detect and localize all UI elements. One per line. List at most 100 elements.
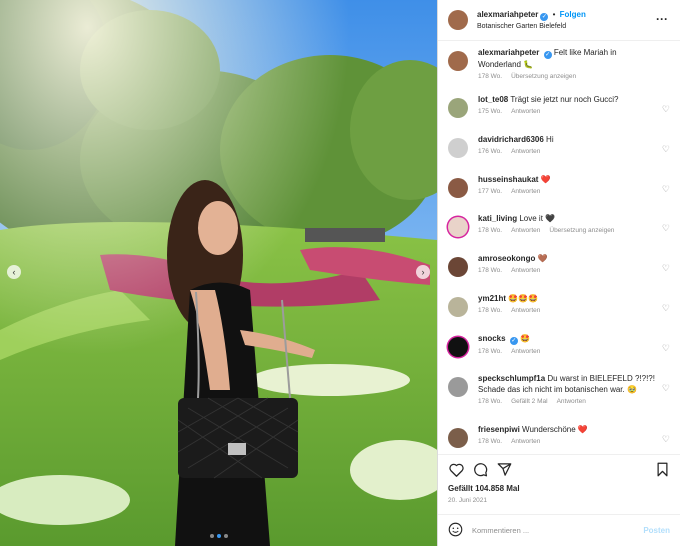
comment-time[interactable]: 178 Wo.: [478, 267, 502, 274]
translate-link[interactable]: Übersetzung anzeigen: [511, 73, 576, 80]
comment-icon[interactable]: [472, 462, 488, 478]
commenter-avatar[interactable]: [448, 427, 468, 448]
author-avatar[interactable]: [448, 10, 468, 30]
chevron-right-icon[interactable]: ›: [416, 265, 430, 279]
comment-row: amroseokongo 🤎 178 Wo. Antworten ♡: [448, 253, 670, 293]
comment-text: Wunderschöne ❤️: [522, 424, 588, 434]
heart-icon[interactable]: [448, 462, 464, 478]
location-link[interactable]: Botanischer Garten Bielefeld: [477, 23, 586, 30]
comments-list[interactable]: alexmariahpeter ✓ Felt like Mariah in Wo…: [438, 41, 680, 454]
caption-time[interactable]: 178 Wo.: [478, 73, 502, 80]
carousel-dot-active: [217, 534, 221, 538]
comment-text: Love it 🖤: [519, 214, 556, 224]
comment-heart-icon[interactable]: ♡: [662, 434, 670, 445]
chevron-left-icon[interactable]: ‹: [7, 265, 21, 279]
reply-link[interactable]: Antworten: [511, 148, 540, 155]
author-block: alexmariahpeter ✓ • Folgen Botanischer Ga…: [477, 10, 586, 30]
post-date: 20. Juni 2021: [448, 497, 488, 504]
commenter-avatar[interactable]: [448, 296, 468, 317]
comment-text: 🤎: [537, 254, 548, 264]
comment-time[interactable]: 178 Wo.: [478, 307, 502, 314]
photo-illustration: [0, 0, 437, 546]
reply-link[interactable]: Antworten: [511, 438, 540, 445]
author-username[interactable]: alexmariahpeter: [477, 10, 538, 19]
comment-row: kati_living Love it 🖤 178 Wo. Antworten Übe…: [448, 213, 670, 253]
verified-icon: ✓: [509, 336, 518, 345]
comment-heart-icon[interactable]: ♡: [662, 223, 670, 234]
reply-link[interactable]: Antworten: [511, 227, 540, 234]
commenter-avatar[interactable]: [448, 177, 468, 198]
post-comment-button[interactable]: Posten: [643, 526, 670, 535]
commenter-username[interactable]: speckschlumpf1a: [478, 374, 545, 383]
commenter-avatar[interactable]: [448, 257, 468, 278]
translate-link[interactable]: Übersetzung anzeigen: [549, 227, 614, 234]
comment-row: snocks ✓ 🤩 178 Wo. Antworten ♡: [448, 333, 670, 373]
commenter-username[interactable]: husseinshaukat: [478, 175, 538, 184]
commenter-username[interactable]: amroseokongo: [478, 254, 535, 263]
comment-row: husseinshaukat ❤️ 177 Wo. Antworten ♡: [448, 174, 670, 214]
reply-link[interactable]: Antworten: [511, 348, 540, 355]
comment-time[interactable]: 178 Wo.: [478, 438, 502, 445]
reply-link[interactable]: Antworten: [511, 188, 540, 195]
commenter-avatar[interactable]: [448, 98, 468, 118]
carousel-dots: [210, 534, 228, 538]
comment-text: Hi: [546, 134, 554, 144]
comment-time[interactable]: 175 Wo.: [478, 108, 502, 115]
comment-heart-icon[interactable]: ♡: [662, 263, 670, 274]
commenter-username[interactable]: friesenpiwi: [478, 425, 520, 434]
reply-link[interactable]: Antworten: [511, 307, 540, 314]
comment-rows: lot_te08 Trägt sie jetzt nur noch Gucci?…: [448, 94, 670, 454]
commenter-avatar[interactable]: [448, 217, 468, 238]
comment-heart-icon[interactable]: ♡: [662, 303, 670, 314]
smiley-icon[interactable]: [448, 522, 463, 539]
follow-button[interactable]: Folgen: [560, 10, 586, 19]
comment-time[interactable]: 176 Wo.: [478, 148, 502, 155]
comment-time[interactable]: 178 Wo.: [478, 227, 502, 234]
comment-row: ym21ht 🤩🤩🤩 178 Wo. Antworten ♡: [448, 293, 670, 333]
separator: •: [552, 10, 556, 19]
comment-text: 🤩: [520, 333, 531, 343]
post-side-panel: alexmariahpeter ✓ • Folgen Botanischer Ga…: [437, 0, 680, 546]
post-photo[interactable]: ‹ ›: [0, 0, 437, 546]
commenter-username[interactable]: davidrichard6306: [478, 135, 544, 144]
commenter-avatar[interactable]: [448, 376, 468, 397]
more-horizontal-icon[interactable]: ···: [656, 12, 668, 26]
comment-text: ❤️: [540, 174, 551, 184]
commenter-username[interactable]: snocks: [478, 334, 506, 343]
comment-heart-icon[interactable]: ♡: [662, 343, 670, 354]
caption: alexmariahpeter ✓ Felt like Mariah in Wo…: [448, 47, 670, 94]
comment-bar: Posten: [438, 514, 680, 546]
commenter-avatar[interactable]: [448, 137, 468, 158]
comment-likes[interactable]: Gefällt 2 Mal: [511, 398, 548, 405]
reply-link[interactable]: Antworten: [511, 267, 540, 274]
carousel-dot: [224, 534, 228, 538]
verified-icon: ✓: [543, 51, 552, 59]
send-icon[interactable]: [496, 462, 512, 478]
instagram-post-window: ‹ › alexmariahpeter ✓ • Folgen Botanische…: [0, 0, 680, 546]
action-bar: [438, 454, 680, 484]
comment-heart-icon[interactable]: ♡: [662, 104, 670, 115]
commenter-username[interactable]: lot_te08: [478, 95, 508, 104]
reply-link[interactable]: Antworten: [511, 108, 540, 115]
comment-heart-icon[interactable]: ♡: [662, 184, 670, 195]
comment-text: 🤩🤩🤩: [508, 293, 539, 303]
bookmark-icon[interactable]: [654, 462, 670, 478]
like-count[interactable]: Gefällt 104.858 Mal: [438, 484, 680, 493]
commenter-username[interactable]: ym21ht: [478, 294, 506, 303]
comment-time[interactable]: 178 Wo.: [478, 348, 502, 355]
post-header: alexmariahpeter ✓ • Folgen Botanischer Ga…: [438, 0, 680, 41]
comment-input[interactable]: [472, 526, 644, 535]
commenter-avatar[interactable]: [448, 336, 468, 357]
comment-heart-icon[interactable]: ♡: [662, 144, 670, 155]
reply-link[interactable]: Antworten: [557, 398, 586, 405]
comment-time[interactable]: 178 Wo.: [478, 398, 502, 405]
carousel-dot: [210, 534, 214, 538]
verified-icon: ✓: [540, 13, 549, 21]
comment-time[interactable]: 177 Wo.: [478, 188, 502, 195]
author-avatar[interactable]: [448, 51, 468, 71]
comment-text: Trägt sie jetzt nur noch Gucci?: [510, 95, 619, 104]
comment-row: friesenpiwi Wunderschöne ❤️ 178 Wo. Antwor…: [448, 424, 670, 454]
commenter-username[interactable]: kati_living: [478, 214, 517, 223]
comment-heart-icon[interactable]: ♡: [662, 383, 670, 394]
caption-username[interactable]: alexmariahpeter: [478, 48, 539, 57]
